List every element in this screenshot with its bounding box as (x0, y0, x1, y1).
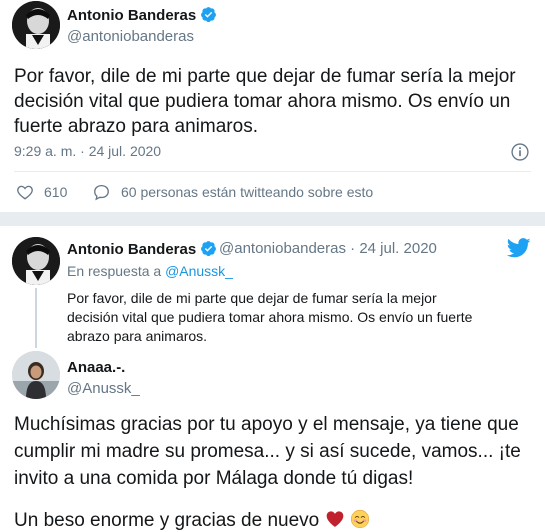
main-tweet-card: Antonio Banderas @antoniobanderas Por fa… (0, 0, 545, 212)
speech-bubble-icon[interactable] (92, 183, 111, 201)
in-reply-handle-link[interactable]: @Anussk_ (165, 263, 233, 279)
author-name-text[interactable]: Antonio Banderas (67, 241, 196, 258)
in-reply-to: En respuesta a @Anussk_ (67, 263, 233, 279)
tweet-text: Por favor, dile de mi parte que dejar de… (14, 66, 516, 137)
response-closing: Un beso enorme y gracias de nuevo (14, 507, 370, 532)
red-heart-emoji (326, 511, 343, 527)
thread-connector-line (35, 288, 37, 348)
info-icon[interactable] (510, 142, 530, 162)
reply-tweet-text: Por favor, dile de mi parte que dejar de… (67, 290, 473, 344)
author-name[interactable]: Antonio Banderas (67, 6, 217, 24)
smiling-blush-emoji (350, 509, 369, 529)
author-name[interactable]: Antonio Banderas (67, 240, 217, 258)
verified-badge-icon (201, 7, 217, 23)
author-avatar-image (12, 237, 60, 285)
response-author-avatar[interactable] (12, 351, 60, 399)
author-avatar-image (12, 1, 60, 49)
author-avatar[interactable] (12, 237, 60, 285)
response-avatar-image (12, 351, 60, 399)
like-count[interactable]: 610 (44, 184, 67, 200)
author-handle[interactable]: @antoniobanderas (67, 28, 194, 45)
talking-count[interactable]: 60 personas están twitteando sobre esto (121, 184, 373, 200)
in-reply-prefix: En respuesta a (67, 263, 166, 279)
tweet-timestamp[interactable]: 9:29 a. m. · 24 jul. 2020 (14, 143, 161, 159)
author-handle-date[interactable]: @antoniobanderas · 24 jul. 2020 (219, 240, 437, 257)
response-text: Muchísimas gracias por tu apoyo y el men… (14, 414, 521, 489)
response-author-handle[interactable]: @Anussk_ (67, 380, 140, 397)
verified-badge-icon (201, 241, 217, 257)
response-closing-text: Un beso enorme y gracias de nuevo (14, 510, 320, 531)
author-name-text[interactable]: Antonio Banderas (67, 7, 196, 24)
twitter-bird-icon[interactable] (507, 237, 531, 259)
reply-thread-card: Antonio Banderas @antoniobanderas · 24 j… (0, 226, 545, 532)
heart-icon[interactable] (16, 183, 34, 201)
author-avatar[interactable] (12, 1, 60, 49)
divider (14, 171, 531, 172)
card-separator (0, 212, 545, 226)
response-author-name[interactable]: Anaaa.-. (67, 359, 125, 376)
